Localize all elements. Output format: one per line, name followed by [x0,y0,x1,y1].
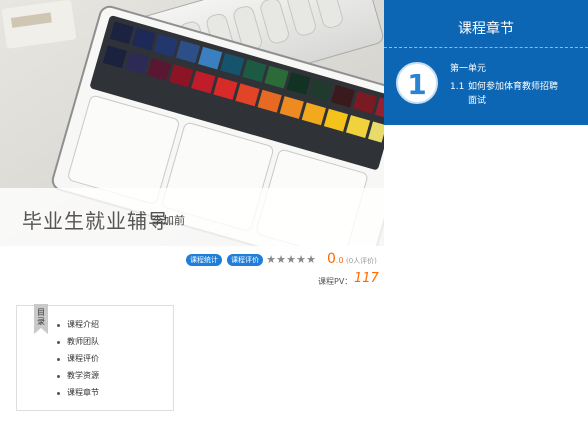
chapter-panel: 课程章节 1 第一单元 1.1 如何参加体育教师招聘面试 [384,0,588,125]
toc-item-label[interactable]: 教学资源 [67,371,99,380]
review-count: (0人评价) [346,257,377,265]
rating-value: 0 [327,251,336,267]
toc-item-label[interactable]: 课程介绍 [67,320,99,329]
course-cover-image: 毕业生就业辅导 李加前 [0,0,384,246]
star-icon[interactable]: ★ [306,253,316,266]
lesson-title[interactable]: 如何参加体育教师招聘面试 [468,80,558,108]
toc-item-intro[interactable]: 课程介绍 [57,319,99,336]
table-of-contents: 目录 课程介绍 教师团队 课程评价 教学资源 课程章节 [16,304,174,411]
pv-label: 课程PV： [318,277,353,286]
toc-item-team[interactable]: 教师团队 [57,336,99,353]
star-icon[interactable]: ★ [266,253,276,266]
toc-item-label[interactable]: 课程评价 [67,354,99,363]
toc-item-chapters[interactable]: 课程章节 [57,387,99,404]
star-icon[interactable]: ★ [276,253,286,266]
toc-item-resources[interactable]: 教学资源 [57,370,99,387]
divider [384,47,588,48]
star-icon[interactable]: ★ [296,253,306,266]
bullet [57,358,60,361]
course-title: 毕业生就业辅导 [22,209,169,233]
toc-item-label[interactable]: 教师团队 [67,337,99,346]
rating-stars[interactable]: ★★★★★ [266,253,316,266]
bullet [57,392,60,395]
course-review-button[interactable]: 课程评价 [227,254,263,266]
pv-value: 117 [354,271,379,286]
unit-name[interactable]: 第一单元 [450,61,486,74]
chapter-panel-title: 课程章节 [458,21,514,37]
toc-item-review[interactable]: 课程评价 [57,353,99,370]
unit-number: 1 [407,68,427,101]
lesson-number: 1.1 [450,82,465,92]
toc-bookmark-icon: 目录 [34,304,48,334]
rating-score: 0.0 [327,251,344,267]
course-stats-button[interactable]: 课程统计 [186,254,222,266]
bullet [57,341,60,344]
unit-number-badge: 1 [396,62,438,104]
bullet [57,375,60,378]
toc-label: 目录 [37,308,45,326]
toc-list: 课程介绍 教师团队 课程评价 教学资源 课程章节 [57,319,99,404]
toc-item-label[interactable]: 课程章节 [67,388,99,397]
bullet [57,324,60,327]
rating-decimal: .0 [335,256,344,265]
star-icon[interactable]: ★ [286,253,296,266]
course-author: 李加前 [152,214,185,227]
